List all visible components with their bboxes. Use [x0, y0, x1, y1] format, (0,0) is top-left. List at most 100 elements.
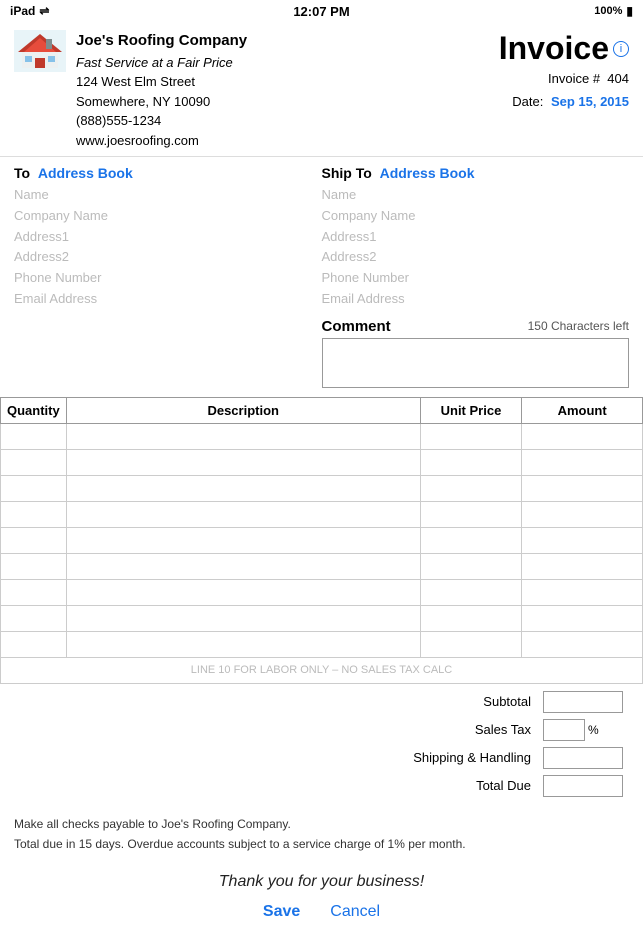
col-header-description: Description	[66, 397, 420, 423]
comment-block: Comment 150 Characters left	[322, 318, 630, 391]
billing-address-block: To Address Book Name Company Name Addres…	[14, 165, 322, 310]
invoice-table: Quantity Description Unit Price Amount	[0, 397, 643, 684]
billing-email: Email Address	[14, 289, 322, 310]
billing-address-book-link[interactable]: Address Book	[38, 165, 133, 181]
row4-desc-input[interactable]	[73, 507, 414, 522]
shipping-address-label: Ship To Address Book	[322, 165, 630, 181]
footer-line1: Make all checks payable to Joe's Roofing…	[14, 814, 629, 834]
shipping-address1: Address1	[322, 227, 630, 248]
invoice-meta: Invoice # 404 Date: Sep 15, 2015	[499, 67, 629, 114]
info-icon[interactable]: i	[613, 41, 629, 57]
shipping-input[interactable]	[543, 747, 623, 769]
battery-label: 100%	[594, 5, 622, 17]
totals-section: Subtotal Sales Tax % Shipping & Handling…	[0, 684, 643, 804]
row1-qty-input[interactable]	[7, 429, 60, 444]
comment-textarea[interactable]	[322, 338, 630, 388]
row3-amt-input[interactable]	[528, 481, 636, 496]
shipping-phone: Phone Number	[322, 268, 630, 289]
row1-unit-input[interactable]	[427, 429, 516, 444]
row2-unit-input[interactable]	[427, 455, 516, 470]
to-label: To	[14, 165, 30, 181]
status-right: 100% ▮	[594, 4, 633, 18]
row4-amt-input[interactable]	[528, 507, 636, 522]
row2-qty-input[interactable]	[7, 455, 60, 470]
row2-amt-input[interactable]	[528, 455, 636, 470]
row3-desc-input[interactable]	[73, 481, 414, 496]
row6-qty-input[interactable]	[7, 559, 60, 574]
shipping-address-book-link[interactable]: Address Book	[380, 165, 475, 181]
date-value: Sep 15, 2015	[551, 94, 629, 109]
row5-amt-input[interactable]	[528, 533, 636, 548]
subtotal-row: Subtotal	[407, 688, 629, 716]
comment-label: Comment	[322, 318, 391, 335]
row5-desc-input[interactable]	[73, 533, 414, 548]
wifi-icon: ⇌	[39, 4, 49, 18]
table-header-row: Quantity Description Unit Price Amount	[1, 397, 643, 423]
row8-desc-input[interactable]	[73, 611, 414, 626]
col-header-amount: Amount	[522, 397, 643, 423]
row5-qty-input[interactable]	[7, 533, 60, 548]
col-header-unit-price: Unit Price	[420, 397, 522, 423]
date-label: Date:	[512, 94, 543, 109]
row7-qty-input[interactable]	[7, 585, 60, 600]
row4-qty-input[interactable]	[7, 507, 60, 522]
row6-amt-input[interactable]	[528, 559, 636, 574]
row8-qty-input[interactable]	[7, 611, 60, 626]
row9-unit-input[interactable]	[427, 637, 516, 652]
shipping-row: Shipping & Handling	[407, 744, 629, 772]
invoice-number-label: Invoice #	[548, 71, 600, 86]
table-row	[1, 605, 643, 631]
row9-amt-input[interactable]	[528, 637, 636, 652]
row6-desc-input[interactable]	[73, 559, 414, 574]
shipping-address-block: Ship To Address Book Name Company Name A…	[322, 165, 630, 310]
percent-sign: %	[588, 723, 599, 737]
company-city: Somewhere, NY 10090	[76, 92, 247, 112]
row9-qty-input[interactable]	[7, 637, 60, 652]
row1-desc-input[interactable]	[73, 429, 414, 444]
address-section: To Address Book Name Company Name Addres…	[0, 157, 643, 318]
table-row	[1, 553, 643, 579]
row9-desc-input[interactable]	[73, 637, 414, 652]
sales-tax-input[interactable]	[543, 719, 585, 741]
shipping-name: Name	[322, 185, 630, 206]
billing-company: Company Name	[14, 206, 322, 227]
page-header: Joe's Roofing Company Fast Service at a …	[0, 22, 643, 157]
table-row	[1, 579, 643, 605]
shipping-address2: Address2	[322, 247, 630, 268]
table-row	[1, 449, 643, 475]
comment-header: Comment 150 Characters left	[322, 318, 630, 335]
total-due-input[interactable]	[543, 775, 623, 797]
action-buttons: Save Cancel	[0, 899, 643, 937]
row3-qty-input[interactable]	[7, 481, 60, 496]
row2-desc-input[interactable]	[73, 455, 414, 470]
subtotal-label: Subtotal	[407, 688, 537, 716]
row7-amt-input[interactable]	[528, 585, 636, 600]
table-row	[1, 527, 643, 553]
carrier-label: iPad	[10, 4, 35, 18]
company-website: www.joesroofing.com	[76, 131, 247, 151]
billing-name: Name	[14, 185, 322, 206]
row4-unit-input[interactable]	[427, 507, 516, 522]
row5-unit-input[interactable]	[427, 533, 516, 548]
ship-to-label: Ship To	[322, 165, 372, 181]
shipping-email: Email Address	[322, 289, 630, 310]
row8-amt-input[interactable]	[528, 611, 636, 626]
shipping-company: Company Name	[322, 206, 630, 227]
company-name: Joe's Roofing Company	[76, 30, 247, 53]
company-tagline: Fast Service at a Fair Price	[76, 53, 247, 73]
subtotal-input[interactable]	[543, 691, 623, 713]
row7-desc-input[interactable]	[73, 585, 414, 600]
totals-table: Subtotal Sales Tax % Shipping & Handling…	[407, 688, 629, 800]
row8-unit-input[interactable]	[427, 611, 516, 626]
sales-tax-row: Sales Tax %	[407, 716, 629, 744]
row1-amt-input[interactable]	[528, 429, 636, 444]
billing-address1: Address1	[14, 227, 322, 248]
row7-unit-input[interactable]	[427, 585, 516, 600]
row3-unit-input[interactable]	[427, 481, 516, 496]
table-row	[1, 631, 643, 657]
save-button[interactable]: Save	[263, 903, 300, 921]
row6-unit-input[interactable]	[427, 559, 516, 574]
cancel-button[interactable]: Cancel	[330, 903, 380, 921]
thank-you-message: Thank you for your business!	[0, 859, 643, 899]
status-time: 12:07 PM	[293, 4, 349, 19]
